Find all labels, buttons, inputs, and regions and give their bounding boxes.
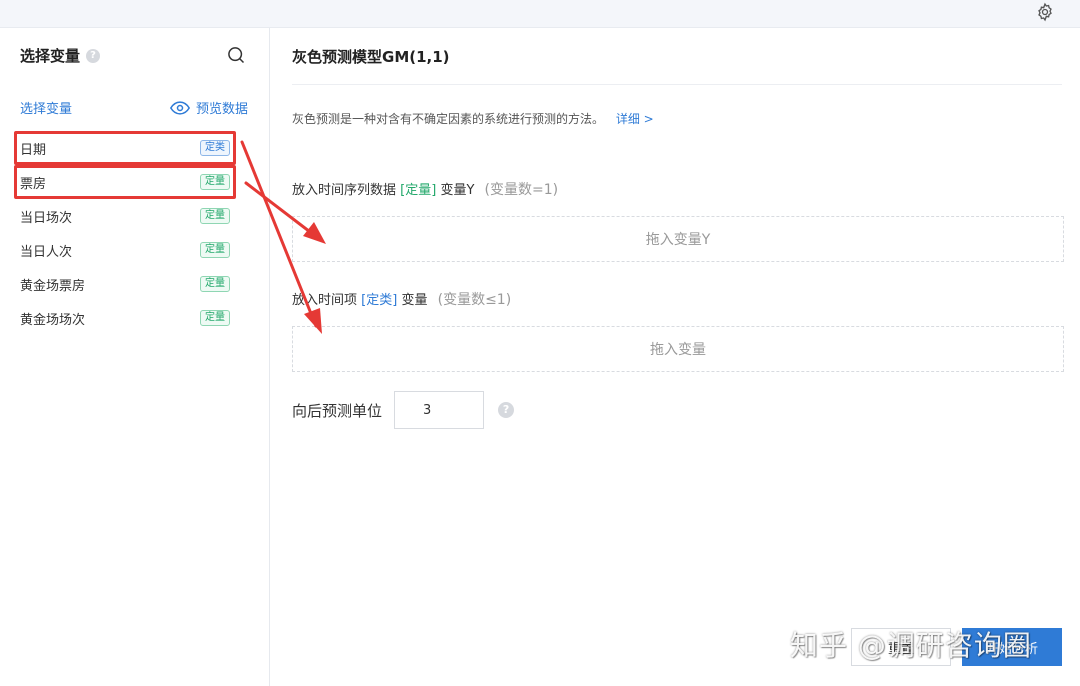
eye-icon <box>169 100 190 115</box>
preview-data-button[interactable]: 预览数据 <box>169 98 248 117</box>
variable-subheader: 选择变量 预览数据 <box>20 98 248 117</box>
help-icon[interactable]: ? <box>498 402 515 418</box>
type-tag: 定量 <box>200 242 230 258</box>
variable-item-box-office[interactable]: 票房 定量 <box>14 165 236 199</box>
gear-icon[interactable] <box>1035 2 1055 22</box>
forecast-label: 向后预测单位 <box>292 401 383 420</box>
time-item-section-label: 放入时间项 [定类] 变量 (变量数≤1) <box>292 292 512 308</box>
panel-title: 选择变量 ? <box>20 45 101 66</box>
variable-item-date[interactable]: 日期 定类 <box>14 131 236 165</box>
variable-name: 当日人次 <box>20 244 73 260</box>
select-variable-label: 选择变量 <box>20 102 73 117</box>
type-tag: 定量 <box>200 276 230 292</box>
variable-item-prime-shows[interactable]: 黄金场场次 定量 <box>14 301 236 335</box>
model-description: 灰色预测是一种对含有不确定因素的系统进行预测的方法。 详细 > <box>292 112 654 126</box>
forecast-input[interactable] <box>394 391 485 429</box>
variable-name: 黄金场场次 <box>20 312 86 328</box>
type-tag: 定类 <box>200 140 230 156</box>
page-title: 灰色预测模型GM(1,1) <box>292 48 450 66</box>
type-tag: 定量 <box>200 174 230 190</box>
variable-name: 当日场次 <box>20 210 73 226</box>
time-series-section-label: 放入时间序列数据 [定量] 变量Y (变量数=1) <box>292 182 559 198</box>
divider <box>292 84 1062 85</box>
drop-zone-y[interactable]: 拖入变量Y <box>292 216 1064 262</box>
forecast-row: 向后预测单位 ? <box>292 390 515 430</box>
variable-name: 黄金场票房 <box>20 278 86 294</box>
analysis-panel: 灰色预测模型GM(1,1) 灰色预测是一种对含有不确定因素的系统进行预测的方法。… <box>270 28 1080 686</box>
variable-name: 日期 <box>20 142 47 158</box>
search-icon[interactable] <box>226 45 246 65</box>
preview-data-label: 预览数据 <box>195 102 248 117</box>
start-analysis-button[interactable]: 开始分析 <box>962 628 1062 666</box>
variable-name: 票房 <box>20 176 47 192</box>
type-tag: 定量 <box>200 208 230 224</box>
variable-list: 日期 定类 票房 定量 当日场次 定量 当日人次 定量 黄金场票房 定量 黄金场… <box>14 131 236 335</box>
variable-panel: 选择变量 ? 选择变量 预览数据 日期 定类 票房 定量 当日场次 定量 当日人… <box>0 28 270 686</box>
detail-link[interactable]: 详细 > <box>616 112 654 126</box>
variable-item-daily-shows[interactable]: 当日场次 定量 <box>14 199 236 233</box>
variable-item-prime-box-office[interactable]: 黄金场票房 定量 <box>14 267 236 301</box>
top-bar <box>0 0 1080 28</box>
drop-zone-time[interactable]: 拖入变量 <box>292 326 1064 372</box>
type-tag: 定量 <box>200 310 230 326</box>
variable-item-daily-attendance[interactable]: 当日人次 定量 <box>14 233 236 267</box>
reset-button[interactable]: 重置 <box>851 628 951 666</box>
help-icon[interactable]: ? <box>86 48 101 63</box>
